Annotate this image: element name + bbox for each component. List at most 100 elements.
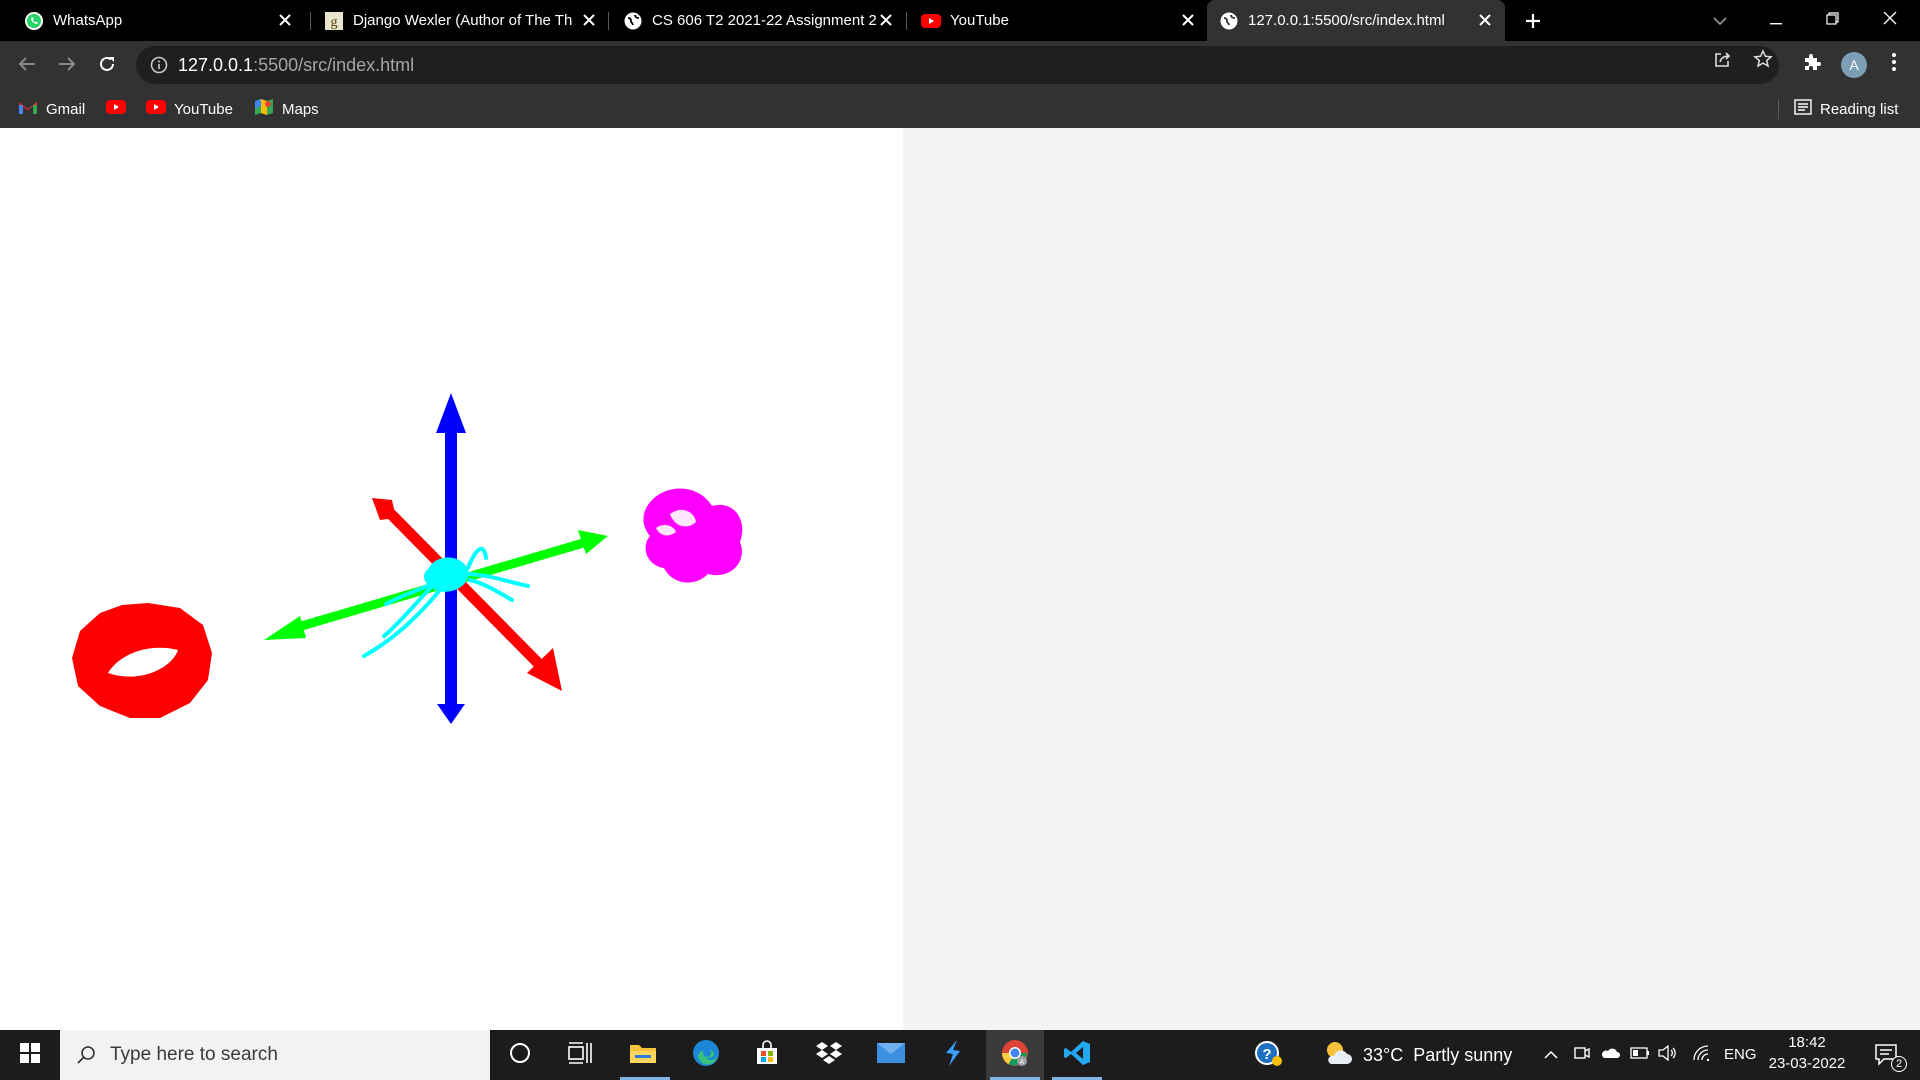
extensions-button[interactable] [1801, 53, 1823, 75]
meet-now-tray[interactable] [1569, 1030, 1595, 1080]
address-bar[interactable]: 127.0.0.1:5500/src/index.html [136, 46, 1779, 84]
sublime-button[interactable] [924, 1030, 982, 1080]
tab-whatsapp[interactable]: WhatsApp [12, 0, 305, 41]
share-button[interactable] [1712, 50, 1734, 72]
star-icon [1753, 48, 1773, 74]
dropbox-button[interactable] [800, 1030, 858, 1080]
whatsapp-icon [24, 11, 44, 31]
mail-icon [876, 1042, 906, 1069]
help-tray-button[interactable]: ? [1240, 1030, 1298, 1080]
minimize-button[interactable] [1748, 0, 1804, 41]
close-icon[interactable] [1178, 10, 1198, 30]
bookmark-label: Maps [282, 100, 319, 118]
chevron-up-icon [1544, 1046, 1558, 1064]
goodreads-icon: g [324, 11, 344, 31]
bookmark-gmail[interactable]: Gmail [18, 98, 85, 120]
language-indicator[interactable]: ENG [1724, 1046, 1757, 1063]
globe-icon [623, 11, 643, 31]
tab-localhost-index[interactable]: 127.0.0.1:5500/src/index.html [1207, 0, 1505, 41]
cortana-circle-icon [509, 1042, 531, 1069]
red-torus [72, 603, 212, 718]
youtube-icon [106, 100, 126, 118]
tab-search-button[interactable] [1692, 0, 1748, 41]
reading-list-button[interactable]: Reading list [1794, 98, 1898, 120]
bookmarks-bar: Gmail YouTube Maps Reading list [0, 90, 1920, 128]
cortana-button[interactable] [491, 1030, 549, 1080]
wifi-icon [1693, 1044, 1711, 1066]
close-window-button[interactable] [1862, 0, 1918, 41]
tab-youtube[interactable]: YouTube [909, 0, 1208, 41]
svg-text:A: A [1020, 1059, 1025, 1066]
profile-avatar[interactable]: A [1841, 52, 1867, 78]
battery-tray[interactable] [1627, 1030, 1653, 1080]
tab-cs606-assignment[interactable]: CS 606 T2 2021-22 Assignment 2 [611, 0, 906, 41]
windows-logo-icon [20, 1042, 40, 1068]
search-placeholder: Type here to search [110, 1044, 278, 1065]
new-tab-button[interactable] [1521, 9, 1545, 33]
bookmark-youtube[interactable]: YouTube [146, 98, 233, 120]
restore-button[interactable] [1804, 0, 1860, 41]
task-view-button[interactable] [551, 1030, 609, 1080]
tab-django-wexler[interactable]: g Django Wexler (Author of The Th [312, 0, 609, 41]
file-explorer-button[interactable] [614, 1030, 672, 1080]
close-icon[interactable] [275, 10, 295, 30]
forward-button[interactable] [54, 53, 80, 79]
bookmarks-divider [1778, 99, 1779, 119]
cloud-icon [1600, 1046, 1620, 1064]
bookmark-maps[interactable]: Maps [254, 98, 319, 120]
action-center-button[interactable]: 2 [1862, 1030, 1912, 1080]
tab-title: Django Wexler (Author of The Th [353, 12, 573, 29]
restore-icon [1825, 11, 1839, 30]
onedrive-tray[interactable] [1597, 1030, 1623, 1080]
bookmark-star-button[interactable] [1752, 48, 1774, 74]
minimize-icon [1770, 12, 1782, 30]
reload-button[interactable] [94, 53, 120, 79]
url-host: 127.0.0.1 [178, 54, 254, 75]
scene-svg [72, 393, 743, 724]
bookmark-label: YouTube [174, 100, 233, 118]
store-icon [754, 1039, 780, 1071]
taskbar-search[interactable]: Type here to search [60, 1030, 490, 1080]
close-icon [1883, 11, 1897, 30]
svg-text:?: ? [1262, 1046, 1271, 1063]
chrome-button[interactable]: A [986, 1030, 1044, 1080]
mail-button[interactable] [862, 1030, 920, 1080]
close-icon[interactable] [876, 10, 896, 30]
info-icon[interactable] [150, 56, 168, 74]
page-viewport [0, 128, 1920, 1030]
bookmark-youtube-icon-only[interactable] [106, 98, 134, 120]
tab-divider [310, 12, 311, 30]
close-icon[interactable] [579, 10, 599, 30]
search-icon [76, 1045, 96, 1065]
back-button[interactable] [14, 53, 40, 79]
weather-text: 33°C Partly sunny [1363, 1044, 1513, 1065]
start-button[interactable] [0, 1030, 60, 1080]
svg-text:g: g [331, 15, 338, 30]
chevron-down-icon [1713, 12, 1727, 30]
windows-taskbar: Type here to search A ? 33°C Partly sunn… [0, 1030, 1920, 1080]
edge-button[interactable] [677, 1030, 735, 1080]
edge-icon [692, 1039, 720, 1072]
weather-widget[interactable]: 33°C Partly sunny [1323, 1030, 1543, 1080]
speaker-icon [1658, 1044, 1678, 1066]
browser-toolbar: 127.0.0.1:5500/src/index.html A [0, 41, 1920, 90]
microsoft-store-button[interactable] [738, 1030, 796, 1080]
folder-icon [629, 1042, 657, 1069]
network-tray[interactable] [1689, 1030, 1715, 1080]
tab-divider [608, 12, 609, 30]
vscode-button[interactable] [1048, 1030, 1106, 1080]
close-icon[interactable] [1475, 10, 1495, 30]
threejs-canvas[interactable] [0, 128, 903, 1030]
puzzle-icon [1802, 52, 1822, 77]
globe-icon [1219, 11, 1239, 31]
arrow-right-icon [58, 56, 76, 77]
clock[interactable]: 18:42 23-03-2022 [1762, 1034, 1852, 1072]
url-path: :5500/src/index.html [253, 54, 415, 75]
youtube-icon [146, 100, 166, 118]
show-hidden-icons-button[interactable] [1537, 1030, 1565, 1080]
menu-button[interactable] [1883, 52, 1905, 75]
tab-title: CS 606 T2 2021-22 Assignment 2 [652, 12, 877, 29]
reading-list-label: Reading list [1820, 100, 1899, 118]
volume-tray[interactable] [1655, 1030, 1681, 1080]
reading-list-icon [1794, 99, 1812, 119]
